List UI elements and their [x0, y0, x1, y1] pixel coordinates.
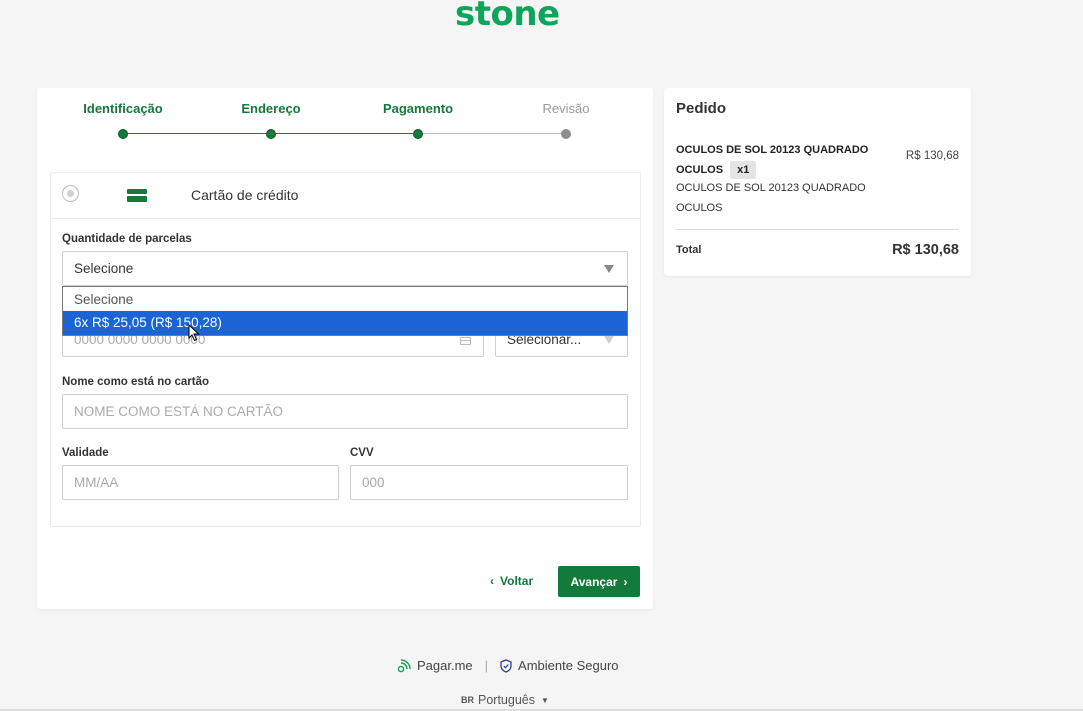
- order-item-price: R$ 130,68: [905, 150, 959, 162]
- holder-name-placeholder: NOME COMO ESTÁ NO CARTÃO: [74, 404, 284, 419]
- expiry-input[interactable]: MM/AA: [62, 465, 339, 500]
- pagarme-logo-icon: [397, 658, 411, 672]
- credit-card-icon: [127, 189, 147, 203]
- installments-label: Quantidade de parcelas: [62, 233, 192, 245]
- dropdown-option[interactable]: Selecione: [63, 288, 627, 312]
- step-dot-identificacao: [118, 129, 128, 139]
- checkout-stepper: Identificação Endereço Pagamento Revisão: [37, 88, 653, 148]
- step-label-endereco[interactable]: Endereço: [241, 101, 300, 116]
- chevron-left-icon: ‹: [490, 574, 494, 588]
- expiry-placeholder: MM/AA: [74, 475, 119, 490]
- footer-separator: |: [484, 658, 489, 673]
- cvv-placeholder: 000: [362, 475, 385, 490]
- cvv-input[interactable]: 000: [350, 465, 628, 500]
- step-label-revisao: Revisão: [542, 101, 590, 116]
- installments-selected-value: Selecione: [74, 261, 134, 276]
- back-button-label: Voltar: [500, 574, 534, 588]
- step-dot-revisao: [561, 129, 571, 139]
- quantity-badge: x1: [730, 161, 757, 179]
- payment-radio[interactable]: [62, 185, 79, 202]
- pagarme-label: Pagar.me: [417, 658, 473, 673]
- next-button[interactable]: Avançar ›: [558, 566, 640, 597]
- secure-environment-label: Ambiente Seguro: [518, 658, 619, 673]
- footer-badges: Pagar.me | Ambiente Seguro: [397, 658, 619, 673]
- stone-logo: stone: [455, 0, 560, 34]
- caret-down-icon: ▼: [540, 695, 549, 705]
- shield-icon: [500, 658, 512, 673]
- back-button[interactable]: ‹ Voltar: [490, 574, 533, 588]
- card-icon: [460, 337, 471, 345]
- order-summary-card: Pedido OCULOS DE SOL 20123 QUADRADO OCUL…: [664, 88, 971, 276]
- order-item-name-text: OCULOS DE SOL 20123 QUADRADO OCULOS: [676, 144, 869, 176]
- expiry-label: Validade: [62, 447, 109, 459]
- step-dot-pagamento: [413, 129, 423, 139]
- divider: [676, 229, 959, 230]
- order-title: Pedido: [676, 100, 727, 117]
- chevron-down-icon: [604, 265, 614, 273]
- credit-card-option[interactable]: Cartão de crédito: [51, 173, 640, 219]
- flag-br-icon: BR: [461, 695, 474, 705]
- chevron-down-icon: [604, 336, 614, 344]
- language-label: Português: [478, 693, 535, 707]
- cvv-label: CVV: [350, 447, 374, 459]
- payment-method-label: Cartão de crédito: [191, 187, 299, 203]
- step-label-pagamento: Pagamento: [382, 101, 454, 116]
- order-item-name: OCULOS DE SOL 20123 QUADRADO OCULOS x1: [676, 140, 886, 180]
- mouse-cursor-icon: [188, 324, 200, 342]
- step-connector: [270, 133, 418, 134]
- holder-name-label: Nome como está no cartão: [62, 376, 209, 388]
- language-selector[interactable]: BR Português ▼: [461, 693, 549, 707]
- chevron-right-icon: ›: [623, 574, 628, 589]
- holder-name-input[interactable]: NOME COMO ESTÁ NO CARTÃO: [62, 394, 628, 429]
- step-connector: [123, 133, 270, 134]
- dropdown-option-highlighted[interactable]: 6x R$ 25,05 (R$ 150,28): [63, 311, 627, 335]
- step-label-identificacao[interactable]: Identificação: [83, 101, 162, 116]
- step-dot-endereco: [266, 129, 276, 139]
- order-item-description: OCULOS DE SOL 20123 QUADRADO OCULOS: [676, 182, 866, 214]
- next-button-label: Avançar: [570, 574, 618, 589]
- installments-select[interactable]: Selecione: [62, 251, 628, 286]
- order-total-value: R$ 130,68: [892, 242, 959, 258]
- installments-dropdown: Selecione 6x R$ 25,05 (R$ 150,28): [62, 286, 628, 336]
- order-total-label: Total: [676, 244, 702, 256]
- step-connector: [418, 133, 566, 134]
